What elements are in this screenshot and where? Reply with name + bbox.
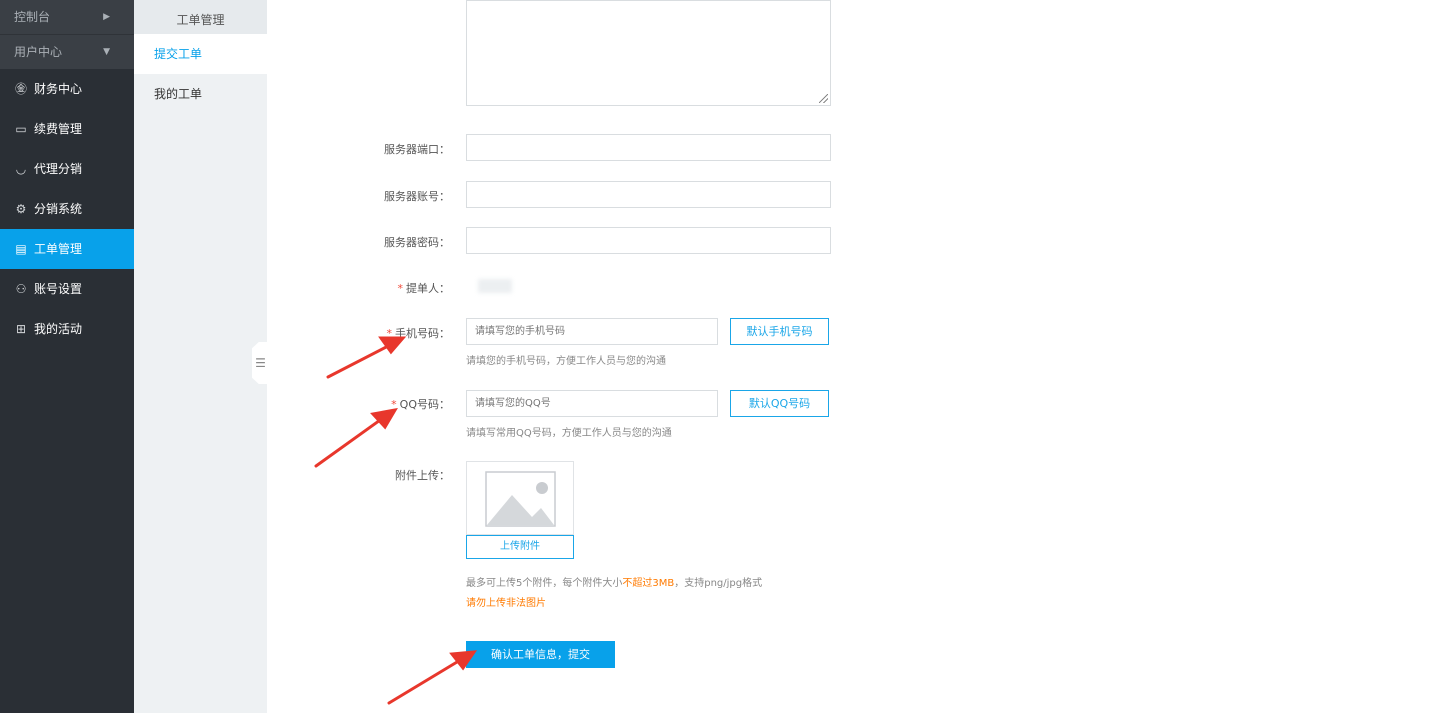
sidebar-item-label: 代理分销	[34, 162, 83, 176]
sidebar-item-label: 续费管理	[34, 122, 83, 136]
submitter-value-masked	[478, 279, 512, 293]
required-mark: *	[391, 398, 397, 411]
required-mark: *	[386, 327, 393, 340]
gift-icon: ⊞	[15, 322, 27, 336]
submit-ticket-button[interactable]: 确认工单信息，提交	[466, 641, 615, 668]
attachment-label: 附件上传：	[395, 469, 450, 482]
server-password-label: 服务器密码：	[384, 236, 450, 249]
default-qq-button[interactable]: 默认QQ号码	[730, 390, 829, 417]
sidebar-header-user-center[interactable]: 用户中心 ▼	[0, 34, 134, 69]
description-textarea[interactable]	[466, 0, 831, 106]
qq-input[interactable]	[466, 390, 718, 417]
sidebar-header-label: 用户中心	[14, 45, 63, 59]
attachment-preview[interactable]	[466, 461, 574, 535]
qq-label: * QQ号码：	[391, 398, 450, 411]
server-port-label: 服务器端口：	[384, 143, 450, 156]
sidebar-item-agent-distribution[interactable]: ◡ 代理分销	[0, 149, 134, 189]
subnav-item-my-tickets[interactable]: 我的工单	[134, 74, 267, 114]
phone-label: * 手机号码：	[386, 327, 451, 340]
resize-handle-icon[interactable]	[819, 94, 828, 103]
yen-circle-icon: ㊎	[14, 82, 27, 96]
upload-attachment-button[interactable]: 上传附件	[466, 535, 574, 559]
subnav-title: 工单管理	[134, 0, 267, 34]
sidebar-item-account-settings[interactable]: ⚇ 账号设置	[0, 269, 134, 309]
ticket-form: 服务器端口： 服务器账号： 服务器密码： *提单人： *手机号码： 默认手机号码…	[267, 0, 1437, 713]
sidebar-item-label: 分销系统	[34, 202, 83, 216]
basket-icon: ◡	[15, 162, 27, 176]
sidebar-item-distribution-system[interactable]: ⚙ 分销系统	[0, 189, 134, 229]
phone-hint: 请填您的手机号码，方便工作人员与您的沟通	[466, 356, 666, 367]
sidebar-item-ticket-management[interactable]: ▤ 工单管理	[0, 229, 134, 269]
sidebar-item-label: 财务中心	[34, 82, 83, 96]
sidebar-header-console[interactable]: 控制台 ▶	[0, 0, 134, 34]
qq-hint: 请填写常用QQ号码，方便工作人员与您的沟通	[466, 428, 672, 439]
sidebar-item-renewal[interactable]: ▭ 续费管理	[0, 109, 134, 149]
sidebar-item-label: 我的活动	[34, 322, 83, 336]
sidebar-item-label: 账号设置	[34, 282, 83, 296]
upload-hint: 最多可上传5个附件，每个附件大小不超过3MB，支持png/jpg格式	[466, 578, 763, 589]
secondary-sidebar: 工单管理 提交工单 我的工单	[134, 0, 267, 713]
submitter-label: * 提单人：	[397, 282, 451, 295]
server-port-input[interactable]	[466, 134, 831, 161]
phone-input[interactable]	[466, 318, 718, 345]
menu-icon: ☰	[255, 356, 266, 370]
sidebar-item-label: 工单管理	[34, 242, 83, 256]
caret-right-icon: ▶	[103, 12, 110, 22]
caret-down-icon: ▼	[103, 47, 110, 57]
document-icon: ▤	[15, 242, 27, 256]
sidebar-item-finance[interactable]: ㊎财务中心	[0, 69, 134, 109]
upload-warning: 请勿上传非法图片	[466, 598, 546, 609]
default-phone-button[interactable]: 默认手机号码	[730, 318, 829, 345]
server-account-input[interactable]	[466, 181, 831, 208]
subnav-item-submit-ticket[interactable]: 提交工单	[134, 34, 267, 74]
calendar-icon: ▭	[15, 122, 27, 136]
gear-icon: ⚙	[15, 202, 27, 216]
required-mark: *	[397, 282, 404, 295]
image-placeholder-icon	[485, 471, 556, 527]
user-icon: ⚇	[15, 282, 27, 296]
server-account-label: 服务器账号：	[384, 190, 450, 203]
sidebar-item-my-activities[interactable]: ⊞ 我的活动	[0, 309, 134, 349]
server-password-input[interactable]	[466, 227, 831, 254]
sidebar-header-label: 控制台	[14, 10, 51, 24]
main-sidebar: 控制台 ▶ 用户中心 ▼ ㊎财务中心 ▭ 续费管理 ◡ 代理分销 ⚙ 分销系统 ▤ 工单…	[0, 0, 134, 713]
